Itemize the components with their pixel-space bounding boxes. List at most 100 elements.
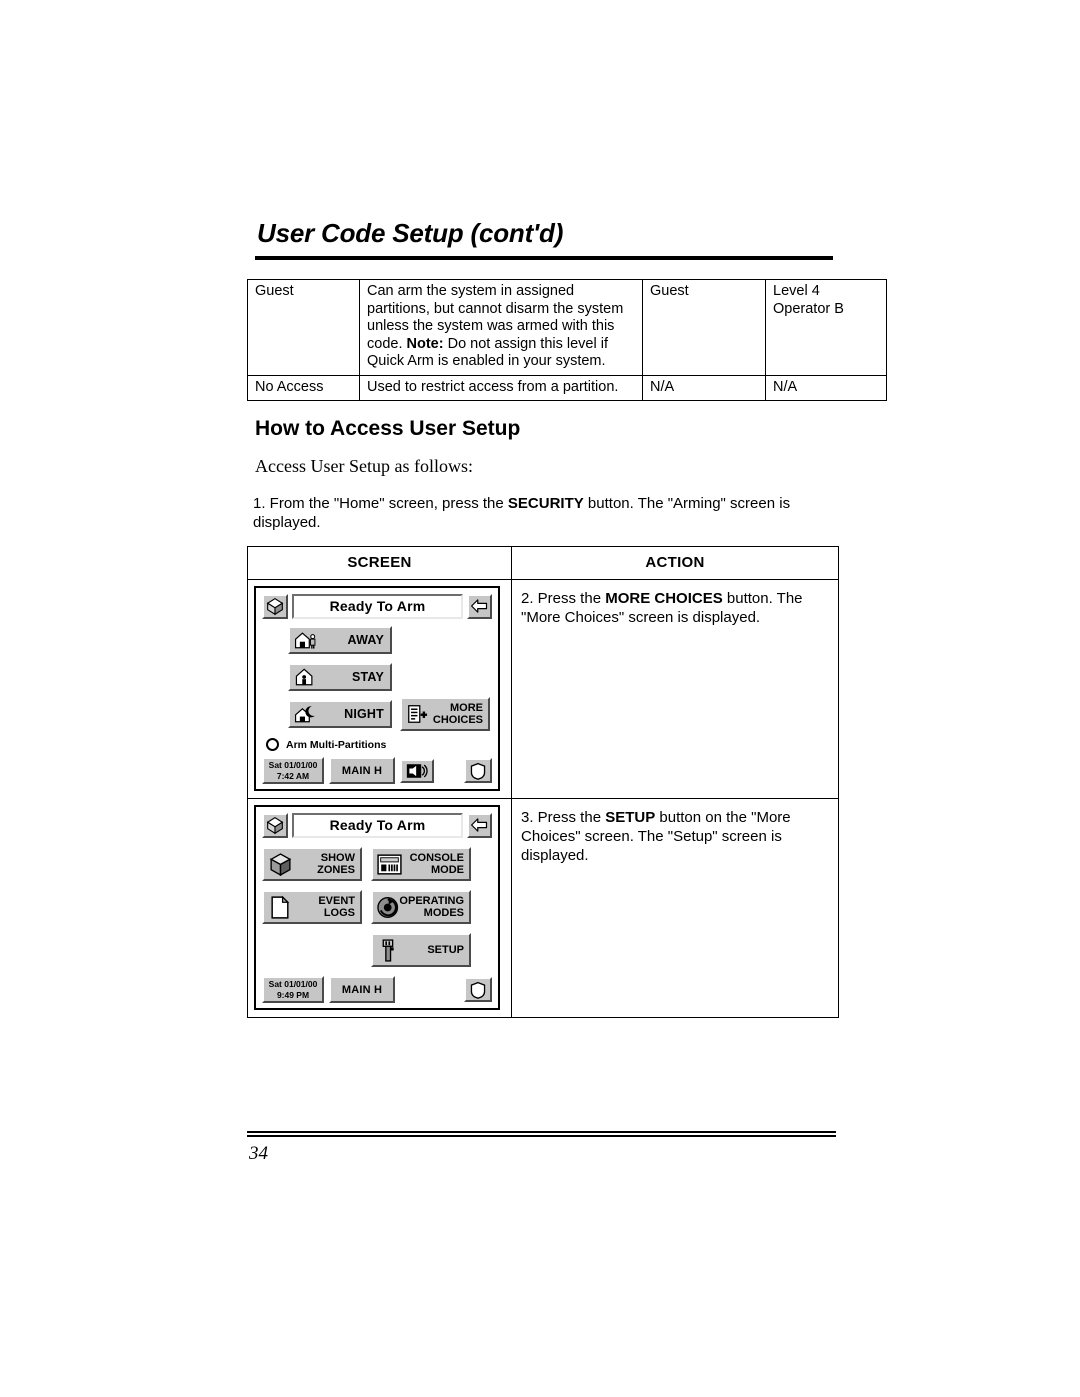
- volume-button[interactable]: [400, 758, 434, 783]
- away-button[interactable]: AWAY: [288, 626, 392, 654]
- back-button[interactable]: [467, 593, 492, 619]
- panel-status-bar: Sat 01/01/00 9:49 PM MAIN H: [262, 976, 492, 1003]
- setup-button[interactable]: SETUP: [371, 933, 471, 967]
- house-person-icon: [294, 632, 316, 649]
- home-cube-icon: [266, 817, 284, 835]
- home-cube-icon: [266, 598, 284, 616]
- section-lead: Access User Setup as follows:: [255, 456, 473, 476]
- more-choices-row: EVENT LOGS OPERATING MODES: [262, 890, 492, 924]
- operator-line1: Level 4: [773, 283, 820, 299]
- page-content: User Code Setup (cont'd) Guest Can arm t…: [247, 0, 887, 1018]
- event-logs-button[interactable]: EVENT LOGS: [262, 890, 362, 924]
- panic-shield-button[interactable]: [464, 977, 492, 1002]
- back-arrow-icon: [471, 599, 488, 613]
- step-1: 1. From the "Home" screen, press the SEC…: [247, 477, 836, 532]
- arm-multi-partitions-option[interactable]: Arm Multi-Partitions: [266, 738, 492, 751]
- stay-button[interactable]: STAY: [288, 663, 392, 691]
- wrench-icon: [382, 938, 394, 962]
- night-button[interactable]: NIGHT: [288, 700, 392, 728]
- away-button-label: AWAY: [347, 633, 384, 647]
- cell-description: Used to restrict access from a partition…: [359, 374, 643, 401]
- arm-multi-partitions-label: Arm Multi-Partitions: [286, 738, 387, 751]
- action-2-text-a: 2. Press the: [521, 590, 606, 607]
- console-mode-line2: MODE: [431, 864, 464, 876]
- touchscreen-panel-more-choices[interactable]: Ready To Arm SHOW ZONES CONSOLE MODE EVE…: [254, 805, 500, 1010]
- home-button[interactable]: [262, 812, 288, 838]
- footer-rule: [247, 1131, 836, 1137]
- cell-screen-more-choices: Ready To Arm SHOW ZONES CONSOLE MODE EVE…: [247, 798, 512, 1018]
- console-mode-button[interactable]: CONSOLE MODE: [371, 847, 471, 881]
- cell-action-step2: 2. Press the MORE CHOICES button. The "M…: [511, 579, 839, 799]
- section-heading: How to Access User Setup: [255, 417, 521, 440]
- procedure-table-header-row: SCREEN ACTION: [247, 546, 839, 580]
- cell-operator-level: N/A: [765, 374, 887, 401]
- cell-screen-arming: Ready To Arm AWAY STAY NIGHT MORE CHOICE…: [247, 579, 512, 799]
- more-choices-row: SHOW ZONES CONSOLE MODE: [262, 847, 492, 881]
- col-header-action: ACTION: [511, 546, 839, 580]
- event-logs-line1: EVENT: [318, 895, 355, 907]
- show-zones-line1: SHOW: [320, 852, 355, 864]
- status-display: Ready To Arm: [292, 812, 463, 838]
- more-label-line1: MORE: [450, 702, 483, 714]
- cell-level: Guest: [247, 279, 360, 376]
- col-header-screen: SCREEN: [247, 546, 512, 580]
- operator-line2: Operator B: [773, 300, 844, 317]
- show-zones-line2: ZONES: [317, 864, 355, 876]
- back-arrow-icon: [471, 818, 488, 832]
- datetime-display: Sat 01/01/00 7:42 AM: [262, 757, 324, 784]
- cube-icon: [269, 852, 292, 876]
- step-1-bold: SECURITY: [507, 495, 584, 512]
- console-mode-line1: CONSOLE: [409, 852, 464, 864]
- desc-line: Can arm the system in assigned: [367, 283, 575, 299]
- console-mode-label: CONSOLE MODE: [410, 852, 464, 876]
- note-text: Do not assign this level if Quick Arm is…: [367, 335, 608, 370]
- radio-icon[interactable]: [266, 738, 279, 751]
- back-button[interactable]: [467, 812, 492, 838]
- step-1-text-a: 1. From the "Home" screen, press the: [253, 495, 508, 512]
- desc-line: partitions, but cannot disarm the: [367, 300, 574, 317]
- footer-rule-top: [247, 1131, 836, 1133]
- show-zones-button[interactable]: SHOW ZONES: [262, 847, 362, 881]
- shield-icon: [470, 762, 486, 780]
- grid-spacer: [262, 933, 362, 967]
- operating-modes-button[interactable]: OPERATING MODES: [371, 890, 471, 924]
- cell-operator-level: Level 4 Operator B: [765, 279, 887, 376]
- operating-modes-label: OPERATING MODES: [399, 895, 464, 919]
- operating-modes-line1: OPERATING: [399, 895, 464, 907]
- speaker-icon: [406, 763, 428, 778]
- panel-top-bar: Ready To Arm: [262, 812, 492, 838]
- time-text: 9:49 PM: [276, 989, 310, 1000]
- touchscreen-panel-arming[interactable]: Ready To Arm AWAY STAY NIGHT MORE CHOICE…: [254, 586, 500, 791]
- more-choices-button-label: MORE CHOICES: [433, 702, 483, 726]
- list-plus-icon: [408, 705, 428, 723]
- event-logs-label: EVENT LOGS: [318, 895, 355, 919]
- more-choices-button[interactable]: MORE CHOICES: [400, 697, 490, 731]
- setup-label: SETUP: [427, 944, 464, 956]
- partition-button[interactable]: MAIN H: [329, 757, 395, 784]
- more-choices-buttons: SHOW ZONES CONSOLE MODE EVENT LOGS OPERA…: [262, 847, 492, 967]
- status-display: Ready To Arm: [292, 593, 463, 619]
- setup-line2: SETUP: [427, 944, 464, 956]
- document-page: User Code Setup (cont'd) Guest Can arm t…: [0, 0, 1080, 1397]
- house-moon-icon: [294, 706, 315, 723]
- partition-button[interactable]: MAIN H: [329, 976, 395, 1003]
- operating-modes-line2: MODES: [423, 907, 464, 919]
- dial-icon: [377, 896, 399, 918]
- cell-user-type: Guest: [642, 279, 766, 376]
- desc-line: Used to restrict access from a: [367, 378, 559, 395]
- page-icon: [271, 895, 290, 919]
- date-text: Sat 01/01/00: [268, 759, 318, 770]
- table-row: No Access Used to restrict access from a…: [247, 374, 887, 401]
- action-2-bold: MORE CHOICES: [605, 590, 723, 607]
- panic-shield-button[interactable]: [464, 758, 492, 783]
- page-number: 34: [249, 1143, 268, 1164]
- show-zones-label: SHOW ZONES: [317, 852, 355, 876]
- house-inside-icon: [295, 668, 313, 686]
- keypad-icon: [377, 853, 402, 875]
- stay-button-label: STAY: [351, 670, 384, 684]
- arming-buttons: AWAY STAY NIGHT MORE CHOICES: [262, 626, 492, 737]
- datetime-display: Sat 01/01/00 9:49 PM: [262, 976, 324, 1003]
- date-text: Sat 01/01/00: [268, 978, 318, 989]
- home-button[interactable]: [262, 593, 288, 619]
- more-choices-row: SETUP: [262, 933, 492, 967]
